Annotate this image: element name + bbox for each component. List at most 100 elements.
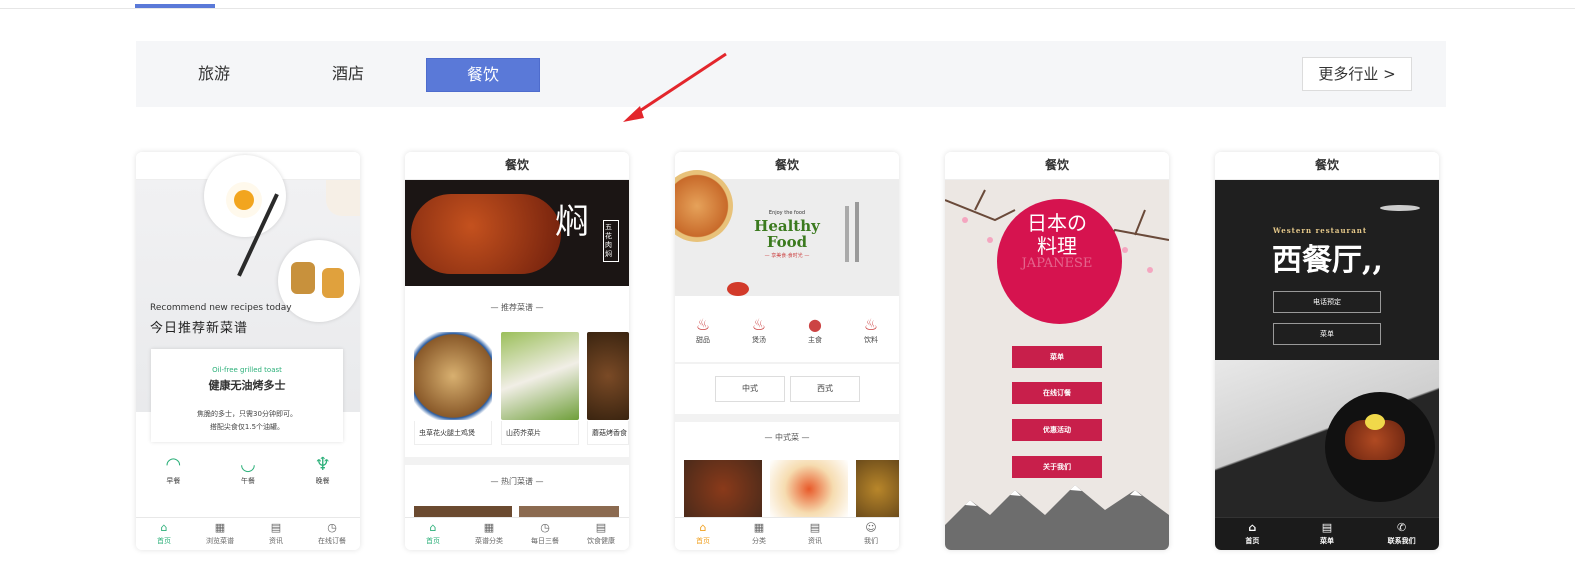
cake-icon: ♨ bbox=[695, 315, 711, 334]
clock-icon: ◷ bbox=[327, 521, 337, 534]
nav-news[interactable]: ▤ 资讯 bbox=[790, 522, 840, 546]
featured-recipe-desc: 搭配尖食仅1.5个油罐。 bbox=[209, 423, 285, 431]
industry-filter-bar: 旅游 酒店 餐饮 更多行业 > bbox=[136, 41, 1446, 107]
tab-hotel[interactable]: 酒店 bbox=[332, 58, 364, 90]
featured-recipe-en: Oil-free grilled toast bbox=[212, 366, 282, 374]
template-card-4[interactable]: 餐饮 日本の 料理 JAPANESE 菜单 在线订餐 优惠活动 关于我们 bbox=[945, 152, 1169, 550]
featured-recipe-desc: 焦脆的多士，只需30分钟即可。 bbox=[197, 410, 297, 418]
document-icon: ▤ bbox=[270, 521, 282, 534]
section-divider bbox=[675, 414, 899, 422]
banner-small-text: Enjoy the food bbox=[768, 210, 806, 216]
braised-pork-banner: 焖 五花肉焖 bbox=[405, 180, 629, 286]
nav-home[interactable]: ⌂ 首页 bbox=[139, 522, 189, 546]
bowl-icon: ◡ bbox=[240, 454, 256, 475]
home-icon: ⌂ bbox=[699, 521, 707, 534]
card-title: 餐饮 bbox=[1215, 152, 1439, 180]
nav-browse[interactable]: ▦ 浏览菜谱 bbox=[195, 522, 245, 546]
meal-breakfast[interactable]: ◠ 早餐 bbox=[143, 454, 203, 486]
nav-contact[interactable]: ✆ 联系我们 bbox=[1377, 522, 1427, 546]
dish-image[interactable] bbox=[587, 332, 629, 420]
western-restaurant-en: Western restaurant bbox=[1273, 226, 1368, 235]
template-card-1[interactable]: 餐饮 Recommend new recipes today 今日推荐新菜谱 O… bbox=[136, 152, 360, 550]
meat-icon: ● bbox=[808, 315, 822, 334]
croissant-icon: ◠ bbox=[165, 454, 182, 475]
western-style-button[interactable]: 西式 bbox=[790, 376, 860, 402]
home-icon: ⌂ bbox=[429, 521, 437, 534]
template-card-5[interactable]: 餐饮 Western restaurant 西餐厅,, 电话预定 菜单 ⌂ 首页 … bbox=[1215, 152, 1439, 550]
top-tab-strip bbox=[0, 0, 1575, 9]
menu-button[interactable]: 菜单 bbox=[1273, 323, 1381, 345]
dish-image[interactable] bbox=[856, 460, 899, 518]
red-arrow-annotation bbox=[623, 52, 727, 122]
dish-caption: 虫草花火腿土鸡煲 bbox=[414, 421, 492, 445]
document-icon: ▤ bbox=[809, 521, 821, 534]
nav-categories[interactable]: ▦ 菜谱分类 bbox=[464, 522, 514, 546]
dish-image[interactable] bbox=[770, 460, 848, 518]
grid-icon: ▦ bbox=[753, 521, 765, 534]
recipe-subtitle-zh: 今日推荐新菜谱 bbox=[150, 321, 249, 336]
phone-icon: ✆ bbox=[1397, 521, 1407, 534]
tab-catering[interactable]: 餐饮 bbox=[426, 58, 540, 92]
tab-travel[interactable]: 旅游 bbox=[198, 58, 230, 90]
wine-icon: ♆ bbox=[314, 454, 331, 475]
category-soup[interactable]: ♨ 煲汤 bbox=[739, 315, 779, 345]
menu-button[interactable]: 菜单 bbox=[1012, 346, 1102, 368]
home-icon: ⌂ bbox=[160, 521, 168, 534]
section-divider bbox=[405, 457, 629, 465]
section-divider bbox=[675, 362, 899, 364]
dish-caption: 山药芥菜片 bbox=[501, 421, 579, 445]
category-dessert[interactable]: ♨ 甜品 bbox=[683, 315, 723, 345]
phone-booking-button[interactable]: 电话预定 bbox=[1273, 291, 1381, 313]
banner-character: 焖 bbox=[555, 202, 589, 242]
dish-image[interactable] bbox=[414, 332, 492, 420]
promotions-button[interactable]: 优惠活动 bbox=[1012, 419, 1102, 441]
template-card-3[interactable]: 餐饮 Enjoy the food Healthy Food — 享美食·食时光… bbox=[675, 152, 899, 550]
featured-recipe-box[interactable]: Oil-free grilled toast 健康无油烤多士 焦脆的多士，只需3… bbox=[151, 349, 343, 442]
nav-news[interactable]: ▤ 资讯 bbox=[251, 522, 301, 546]
grid-icon: ▦ bbox=[214, 521, 226, 534]
section-chinese-dishes: — 中式菜 — bbox=[764, 433, 810, 442]
nav-home[interactable]: ⌂ 首页 bbox=[408, 522, 458, 546]
recipe-subtitle-en: Recommend new recipes today bbox=[150, 303, 292, 313]
category-drinks[interactable]: ♨ 饮料 bbox=[851, 315, 891, 345]
grid-icon: ▦ bbox=[483, 521, 495, 534]
nav-menu[interactable]: ▤ 菜单 bbox=[1302, 522, 1352, 546]
document-icon: ▤ bbox=[1321, 521, 1333, 534]
nav-order[interactable]: ◷ 在线订餐 bbox=[307, 522, 357, 546]
banner-dish-name: 五花肉焖 bbox=[603, 220, 619, 262]
about-us-button[interactable]: 关于我们 bbox=[1012, 456, 1102, 478]
clock-icon: ◷ bbox=[540, 521, 550, 534]
section-popular: — 热门菜谱 — bbox=[490, 477, 544, 486]
dish-caption: 蘑菇烤香食 bbox=[587, 421, 629, 445]
dish-image[interactable] bbox=[501, 332, 579, 420]
meal-dinner[interactable]: ♆ 晚餐 bbox=[293, 454, 353, 486]
nav-health[interactable]: ▤ 饮食健康 bbox=[576, 522, 626, 546]
dish-image[interactable] bbox=[684, 460, 762, 518]
meal-lunch[interactable]: ◡ 午餐 bbox=[218, 454, 278, 486]
order-online-button[interactable]: 在线订餐 bbox=[1012, 382, 1102, 404]
nav-daily-meals[interactable]: ◷ 每日三餐 bbox=[520, 522, 570, 546]
banner-title-line2: Food bbox=[766, 233, 808, 251]
template-card-2[interactable]: 餐饮 焖 五花肉焖 — 推荐菜谱 — 虫草花火腿土鸡煲 山药芥菜片 蘑菇烤香食 … bbox=[405, 152, 629, 550]
nav-home[interactable]: ⌂ 首页 bbox=[678, 522, 728, 546]
section-recommended: — 推荐菜谱 — bbox=[490, 303, 544, 312]
japanese-cuisine-title: 日本の 料理 bbox=[1027, 211, 1087, 258]
nav-categories[interactable]: ▦ 分类 bbox=[734, 522, 784, 546]
more-industries-button[interactable]: 更多行业 > bbox=[1302, 57, 1412, 91]
home-icon: ⌂ bbox=[1248, 521, 1257, 534]
banner-title-line1: Healthy bbox=[754, 217, 820, 235]
active-tab-indicator bbox=[135, 4, 215, 8]
category-staple[interactable]: ● 主食 bbox=[795, 315, 835, 345]
nav-about[interactable]: ☺ 我们 bbox=[846, 522, 896, 546]
chinese-style-button[interactable]: 中式 bbox=[715, 376, 785, 402]
card-title: 餐饮 bbox=[945, 152, 1169, 180]
banner-tagline: — 享美食·食时光 — bbox=[764, 253, 810, 259]
pot-icon: ♨ bbox=[751, 315, 767, 334]
bottom-nav: ⌂ 首页 ▦ 菜谱分类 ◷ 每日三餐 ▤ 饮食健康 bbox=[405, 517, 629, 550]
japanese-watermark: JAPANESE bbox=[1021, 256, 1093, 271]
nav-home[interactable]: ⌂ 首页 bbox=[1227, 522, 1277, 546]
meal-categories: ◠ 早餐 ◡ 午餐 ♆ 晚餐 bbox=[136, 454, 360, 486]
western-restaurant-zh: 西餐厅,, bbox=[1272, 243, 1383, 278]
bottom-nav: ⌂ 首页 ▦ 分类 ▤ 资讯 ☺ 我们 bbox=[675, 517, 899, 550]
food-categories: ♨ 甜品 ♨ 煲汤 ● 主食 ♨ 饮料 bbox=[675, 315, 899, 345]
